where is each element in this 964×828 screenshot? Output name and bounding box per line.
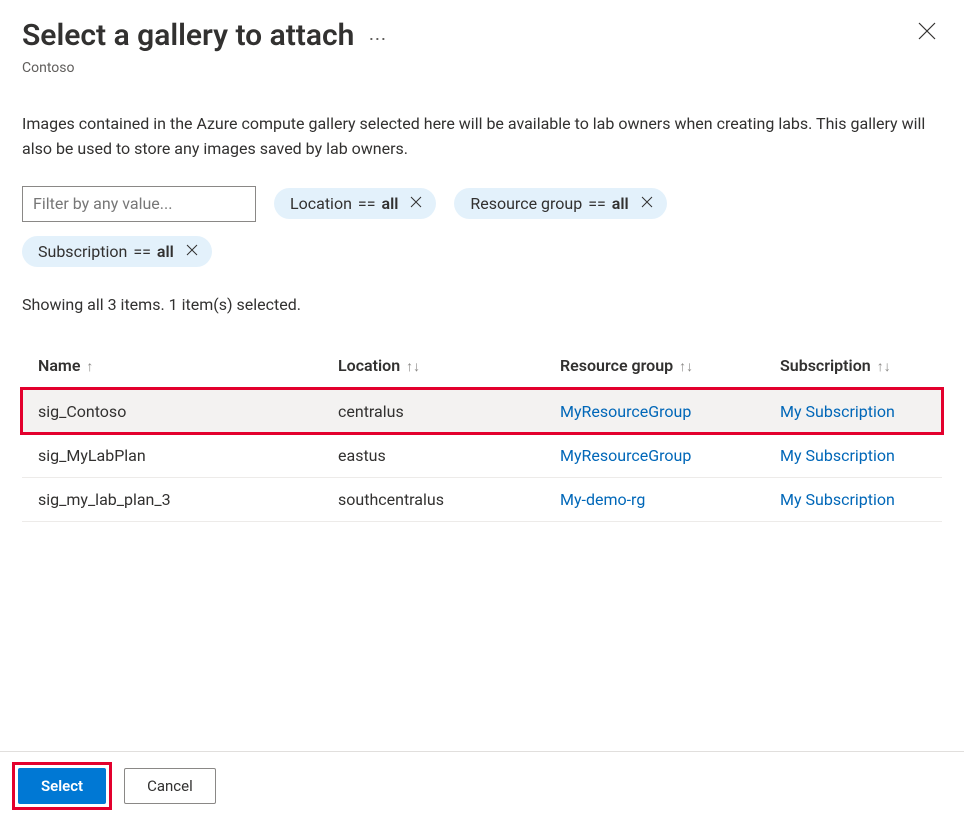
select-button[interactable]: Select <box>18 768 106 804</box>
pill-value: all <box>157 242 174 261</box>
cell-subscription-link[interactable]: My Subscription <box>780 490 895 509</box>
more-actions-button[interactable]: ⋯ <box>368 23 387 50</box>
pill-remove-icon[interactable] <box>641 196 653 211</box>
cell-location: centralus <box>322 389 544 433</box>
pill-remove-icon[interactable] <box>410 196 422 211</box>
cell-subscription-link[interactable]: My Subscription <box>780 446 895 465</box>
filter-pill-subscription[interactable]: Subscription == all <box>22 236 212 267</box>
pill-label: Resource group <box>470 194 582 213</box>
col-header-subscription[interactable]: Subscription↑↓ <box>764 344 942 390</box>
sort-icon: ↑↓ <box>679 358 693 375</box>
sort-icon: ↑↓ <box>877 358 891 375</box>
pill-label: Location <box>290 194 352 213</box>
cell-name: sig_Contoso <box>22 389 322 433</box>
pill-value: all <box>612 194 629 213</box>
cell-resource-group-link[interactable]: MyResourceGroup <box>560 446 691 465</box>
cancel-button[interactable]: Cancel <box>124 768 216 804</box>
col-header-resource-group[interactable]: Resource group↑↓ <box>544 344 764 390</box>
col-header-location[interactable]: Location↑↓ <box>322 344 544 390</box>
pill-operator: == <box>356 194 378 213</box>
filter-input[interactable] <box>22 186 256 222</box>
sort-asc-icon: ↑ <box>86 358 93 375</box>
pill-operator: == <box>586 194 608 213</box>
pill-value: all <box>381 194 398 213</box>
results-status: Showing all 3 items. 1 item(s) selected. <box>22 295 942 314</box>
gallery-table: Name↑ Location↑↓ Resource group↑↓ Subscr… <box>22 344 942 522</box>
page-title: Select a gallery to attach <box>22 18 354 54</box>
col-header-name[interactable]: Name↑ <box>22 344 322 390</box>
table-row[interactable]: sig_Contoso centralus MyResourceGroup My… <box>22 389 942 433</box>
table-row[interactable]: sig_my_lab_plan_3 southcentralus My-demo… <box>22 477 942 521</box>
cell-subscription-link[interactable]: My Subscription <box>780 402 895 421</box>
pill-operator: == <box>131 242 153 261</box>
filter-pill-resource-group[interactable]: Resource group == all <box>454 188 666 219</box>
pill-label: Subscription <box>38 242 127 261</box>
cell-resource-group-link[interactable]: MyResourceGroup <box>560 402 691 421</box>
page-description: Images contained in the Azure compute ga… <box>22 112 942 162</box>
page-subtitle: Contoso <box>22 60 942 76</box>
pill-remove-icon[interactable] <box>186 244 198 259</box>
close-icon[interactable] <box>912 18 942 49</box>
footer-bar: Select Cancel <box>0 751 964 828</box>
cell-name: sig_my_lab_plan_3 <box>22 477 322 521</box>
cell-name: sig_MyLabPlan <box>22 433 322 477</box>
filter-pill-location[interactable]: Location == all <box>274 188 436 219</box>
table-row[interactable]: sig_MyLabPlan eastus MyResourceGroup My … <box>22 433 942 477</box>
cell-resource-group-link[interactable]: My-demo-rg <box>560 490 645 509</box>
cell-location: eastus <box>322 433 544 477</box>
cell-location: southcentralus <box>322 477 544 521</box>
sort-icon: ↑↓ <box>406 358 420 375</box>
